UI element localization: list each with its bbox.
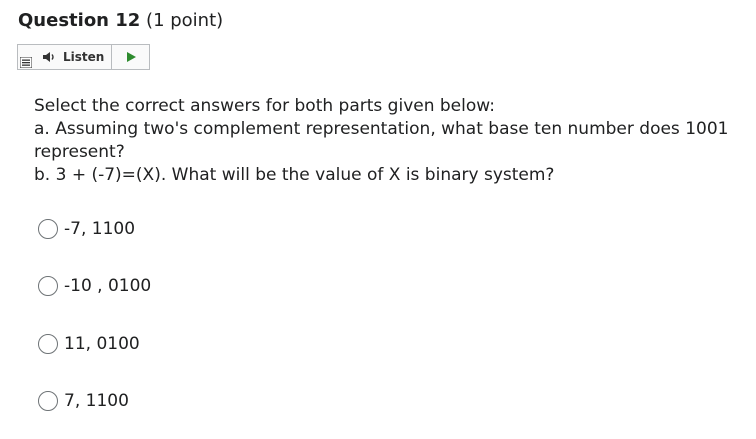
play-icon [126, 52, 136, 62]
speaker-icon [43, 52, 54, 62]
radio-button[interactable] [38, 276, 58, 296]
radio-button[interactable] [38, 219, 58, 239]
choice-label: 11, 0100 [64, 334, 140, 354]
prompt-line: b. 3 + (-7)=(X). What will be the value … [34, 165, 555, 185]
radio-button[interactable] [38, 334, 58, 354]
answer-choice-4[interactable]: 7, 1100 [38, 388, 129, 414]
prompt-line: Select the correct answers for both part… [34, 96, 495, 116]
read-aloud-toolbar: Listen [17, 44, 150, 70]
prompt-line: a. Assuming two's complement representat… [34, 119, 729, 139]
question-title: Question 12 [18, 10, 141, 31]
question-header: Question 12 (1 point) [18, 10, 223, 31]
question-points: (1 point) [146, 10, 224, 31]
answer-choice-1[interactable]: -7, 1100 [38, 216, 135, 242]
menu-icon[interactable] [20, 57, 32, 68]
listen-label: Listen [63, 50, 105, 64]
question-prompt: Select the correct answers for both part… [34, 95, 739, 187]
listen-button[interactable]: Listen [18, 45, 112, 69]
choice-label: -10 , 0100 [64, 276, 152, 296]
choice-label: -7, 1100 [64, 219, 136, 239]
play-button[interactable] [112, 45, 149, 69]
answer-choice-3[interactable]: 11, 0100 [38, 331, 140, 357]
answer-choice-2[interactable]: -10 , 0100 [38, 273, 151, 299]
radio-button[interactable] [38, 391, 58, 411]
prompt-line: represent? [34, 142, 125, 162]
choice-label: 7, 1100 [64, 391, 129, 411]
